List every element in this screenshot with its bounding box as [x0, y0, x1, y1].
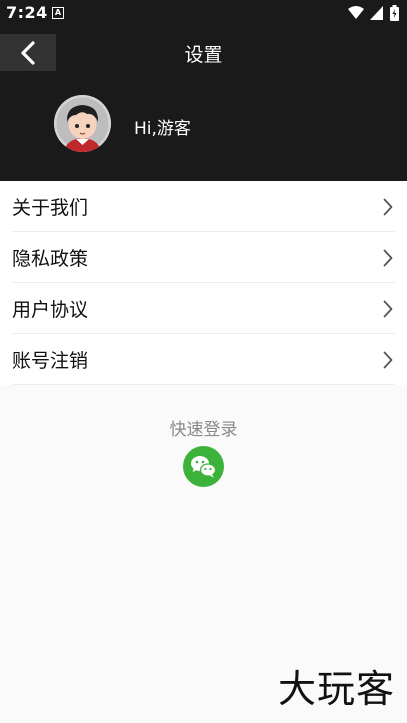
menu-item-label: 隐私政策	[12, 248, 89, 270]
wifi-icon	[348, 6, 364, 19]
quick-login-label: 快速登录	[169, 420, 238, 440]
notification-a-icon: A	[52, 7, 64, 19]
chevron-right-icon	[383, 300, 393, 318]
avatar[interactable]	[54, 95, 111, 152]
chevron-right-icon	[383, 198, 393, 216]
signal-icon	[370, 6, 383, 20]
status-bar: 7:24 A	[0, 0, 407, 28]
wechat-icon	[191, 456, 217, 478]
page-title: 设置	[184, 44, 223, 66]
chevron-right-icon	[383, 351, 393, 369]
chevron-right-icon	[383, 249, 393, 267]
settings-menu: 关于我们 隐私政策 用户协议 账号注销	[0, 181, 407, 385]
status-time: 7:24	[6, 3, 48, 22]
menu-item-privacy-policy[interactable]: 隐私政策	[0, 232, 407, 283]
menu-item-label: 关于我们	[12, 197, 89, 219]
watermark: 大玩客	[277, 667, 395, 711]
guest-avatar-icon	[54, 95, 111, 152]
battery-icon	[390, 5, 399, 21]
status-icons	[348, 5, 399, 21]
wechat-login-button[interactable]	[183, 446, 224, 487]
menu-item-about-us[interactable]: 关于我们	[0, 181, 407, 232]
menu-item-label: 账号注销	[12, 350, 89, 372]
header: 设置 Hi,游客	[0, 28, 407, 181]
menu-item-user-agreement[interactable]: 用户协议	[0, 283, 407, 334]
menu-item-label: 用户协议	[12, 299, 89, 321]
menu-item-account-deletion[interactable]: 账号注销	[0, 334, 407, 385]
settings-screen: 7:24 A 设置 Hi,游客 关于我们 隐私政策 用户协议 账号注销 快速登录…	[0, 0, 407, 723]
user-greeting: Hi,游客	[134, 119, 191, 139]
